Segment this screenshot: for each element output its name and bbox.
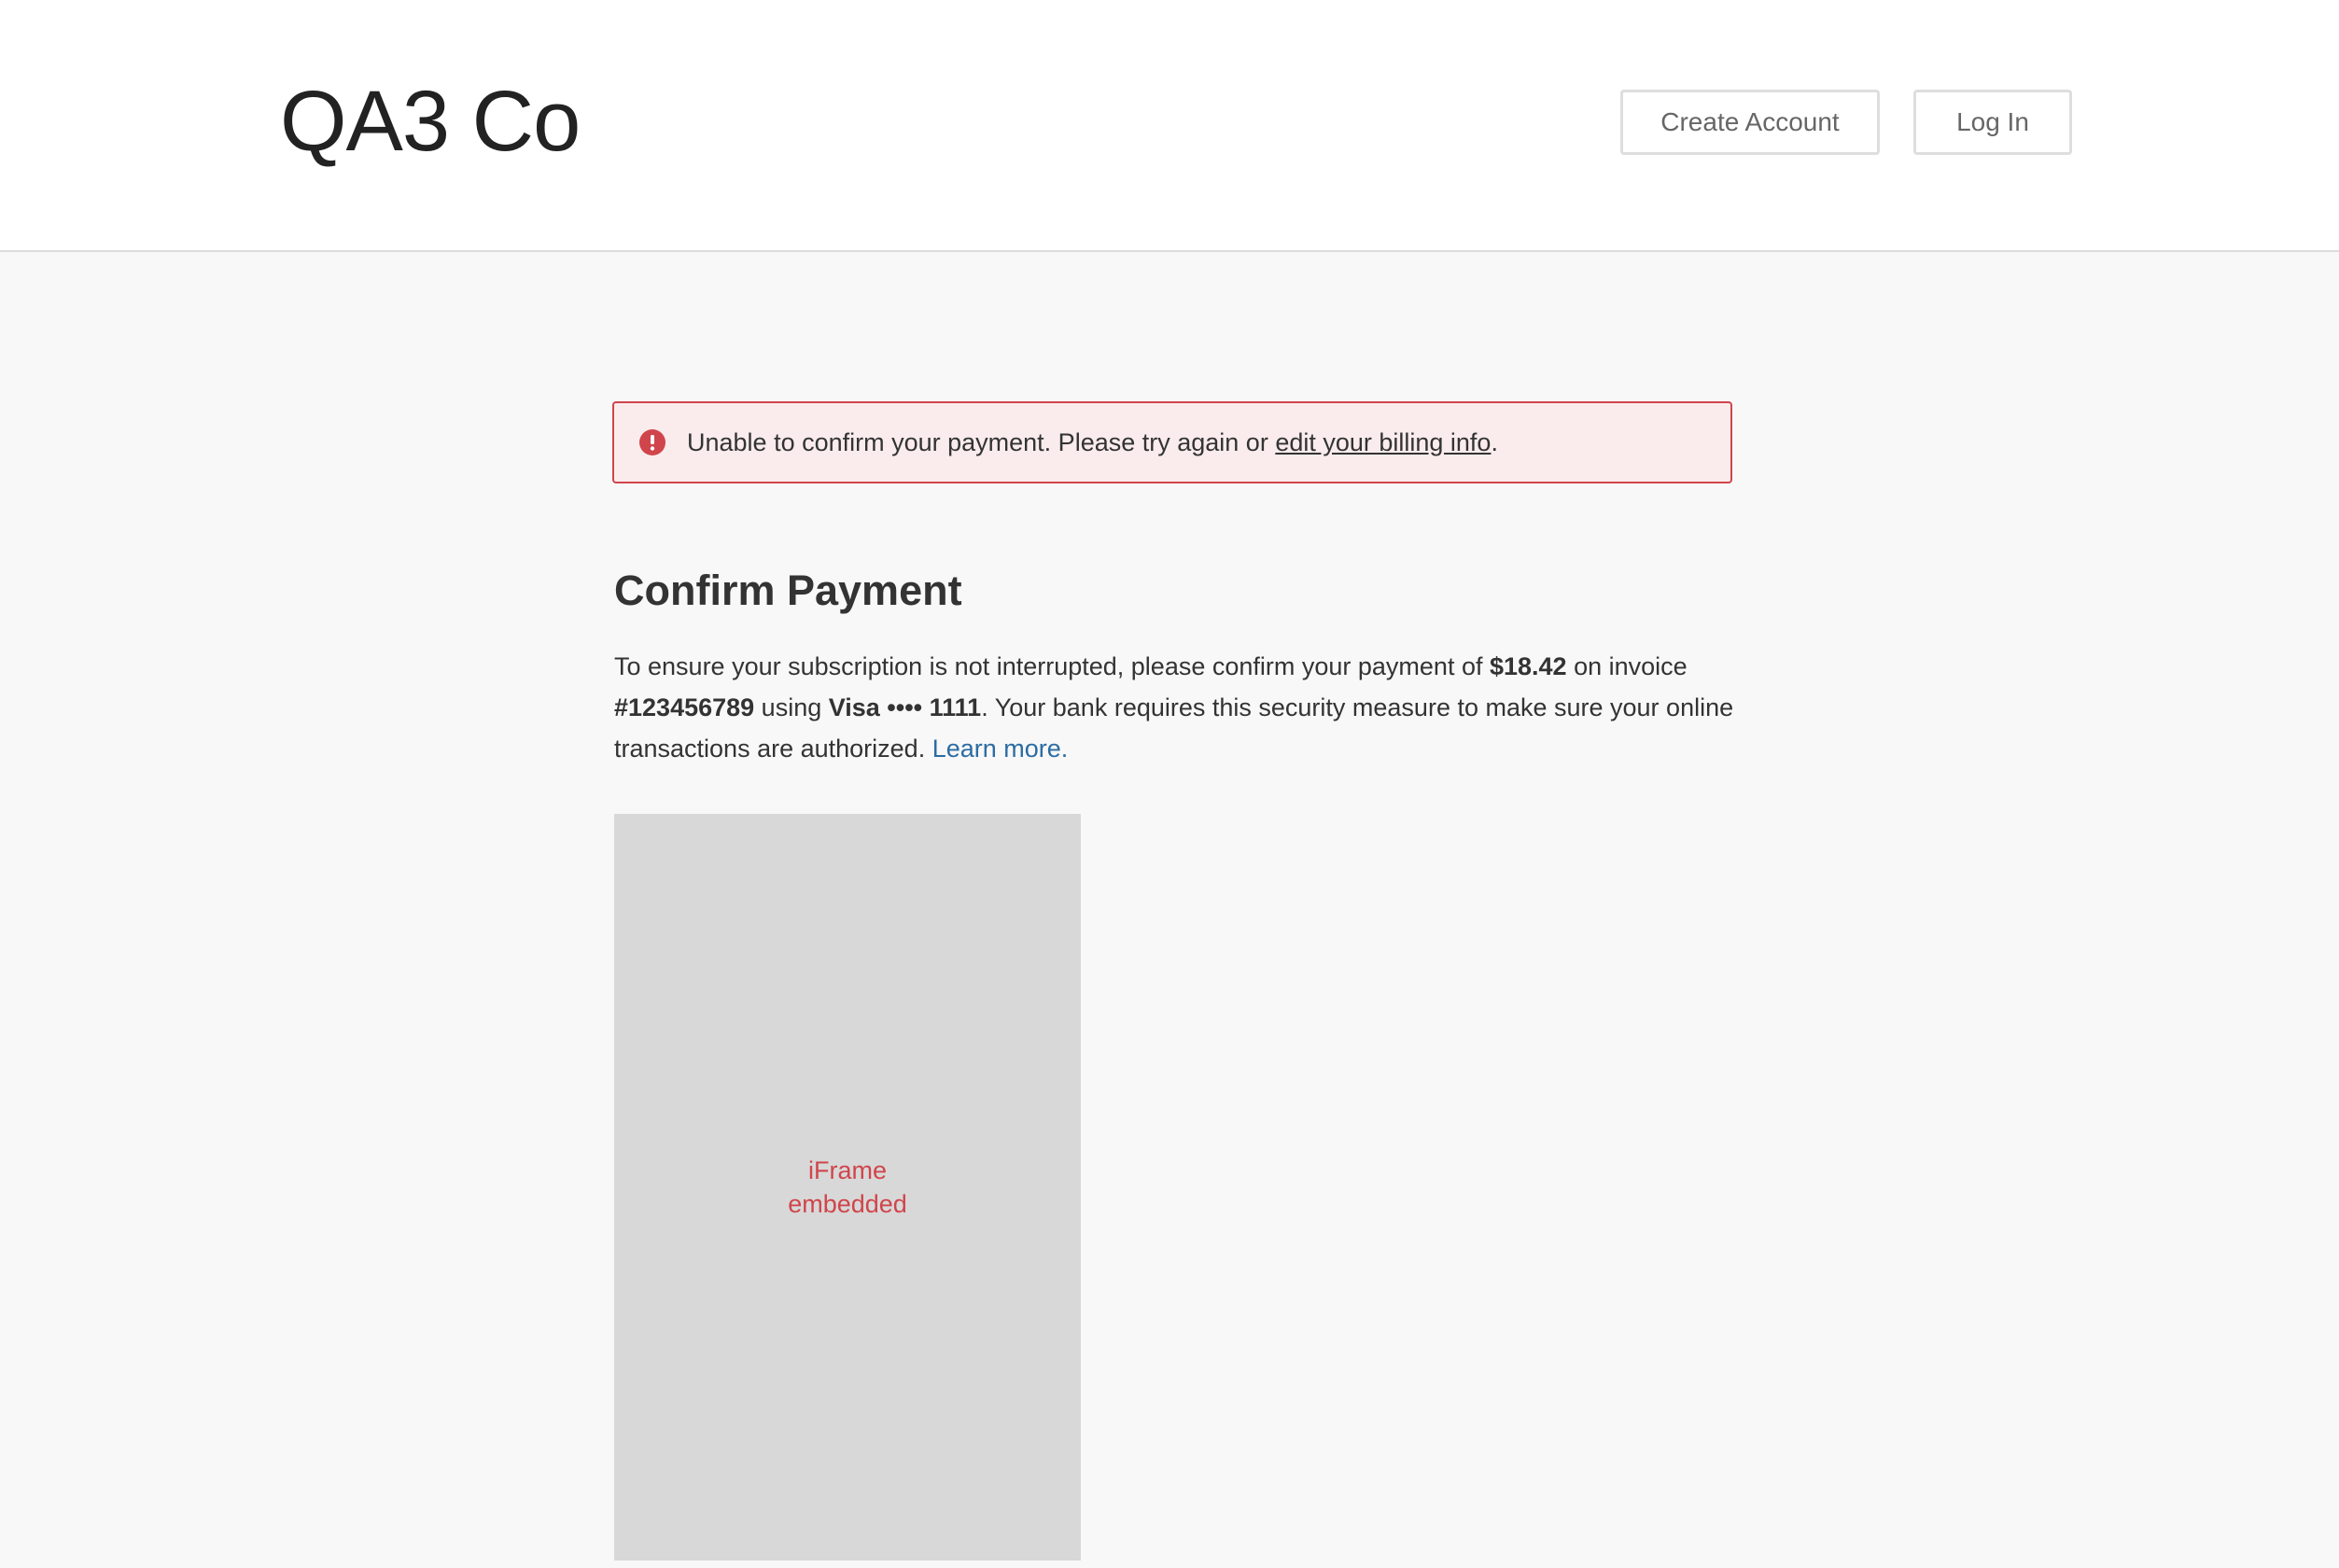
error-alert: Unable to confirm your payment. Please t… bbox=[612, 401, 1732, 483]
card-info: Visa •••• 1111 bbox=[828, 693, 982, 721]
brand-logo: QA3 Co bbox=[280, 74, 581, 169]
payment-amount: $18.42 bbox=[1489, 652, 1567, 680]
intro-text-2: on invoice bbox=[1566, 652, 1688, 680]
site-header: QA3 Co Create Account Log In bbox=[0, 0, 2339, 252]
log-in-button[interactable]: Log In bbox=[1913, 90, 2072, 155]
intro-text-3: using bbox=[754, 693, 829, 721]
page-title: Confirm Payment bbox=[614, 567, 962, 614]
intro-text-1: To ensure your subscription is not inter… bbox=[614, 652, 1490, 680]
alert-text: Unable to confirm your payment. Please t… bbox=[687, 428, 1498, 457]
invoice-number: #123456789 bbox=[614, 693, 755, 721]
alert-suffix: . bbox=[1491, 427, 1498, 456]
payment-description: To ensure your subscription is not inter… bbox=[614, 646, 1734, 769]
edit-billing-info-link[interactable]: edit your billing info bbox=[1275, 428, 1491, 456]
learn-more-link[interactable]: Learn more. bbox=[932, 735, 1069, 763]
embedded-iframe[interactable]: iFrame embedded bbox=[614, 814, 1081, 1561]
alert-message: Unable to confirm your payment. Please t… bbox=[687, 427, 1276, 456]
create-account-button[interactable]: Create Account bbox=[1620, 90, 1880, 155]
exclamation-circle-icon bbox=[638, 428, 666, 456]
iframe-placeholder-label: iFrame embedded bbox=[788, 1156, 907, 1218]
